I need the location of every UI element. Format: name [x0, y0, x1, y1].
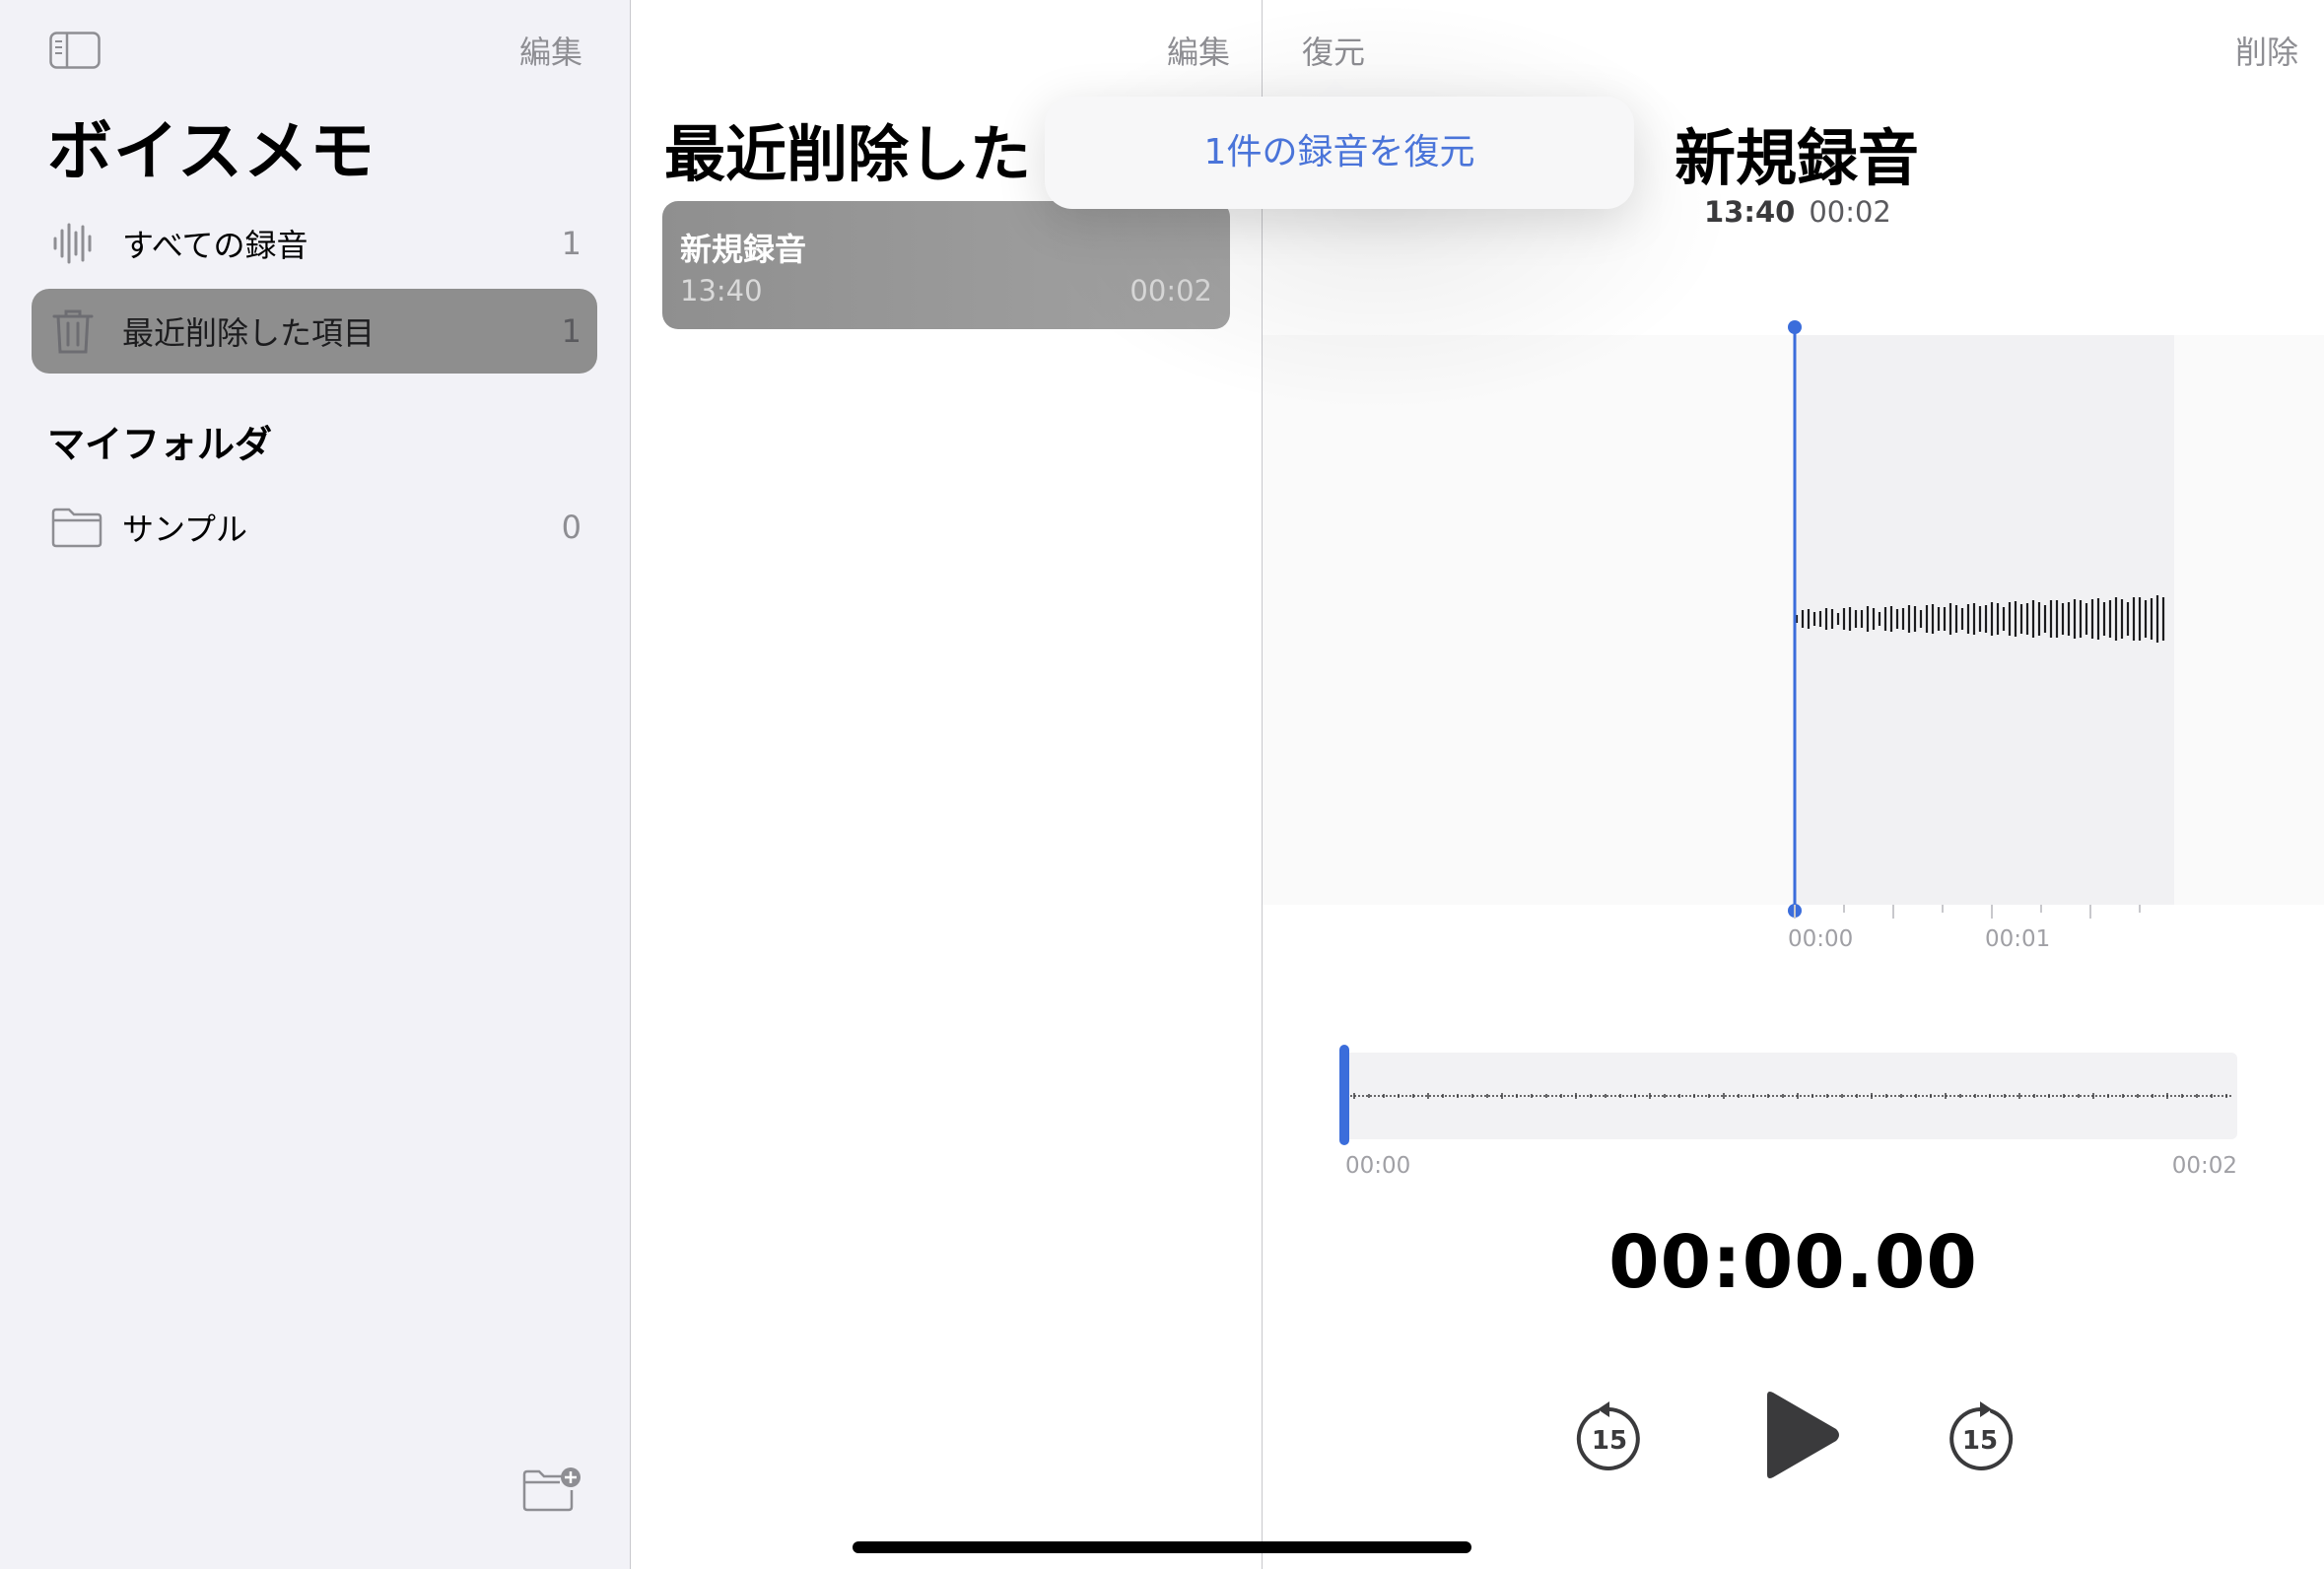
new-folder-icon[interactable]: [522, 1467, 583, 1512]
skip-forward-15-button[interactable]: 15: [1943, 1401, 2017, 1480]
overview-scrubber[interactable]: [1344, 1053, 2237, 1139]
restore-popover: 1件の録音を復元: [1045, 97, 1634, 209]
list-title: 最近削除した: [664, 118, 1032, 190]
sidebar-item-count: 0: [561, 509, 581, 546]
recording-length: 00:02: [1809, 195, 1891, 229]
sidebar-item-count: 1: [561, 225, 581, 262]
restore-one-recording-option[interactable]: 1件の録音を復元: [1045, 97, 1634, 209]
play-button[interactable]: [1759, 1390, 1842, 1484]
trash-icon: [52, 309, 94, 354]
recording-date: 13:40: [680, 274, 763, 307]
waveform-icon: [53, 223, 92, 264]
recording-length: 00:02: [1129, 274, 1212, 307]
recording-title: 新規録音: [1675, 122, 1920, 194]
recording-list-item[interactable]: 新規録音 13:40 00:02: [662, 201, 1230, 329]
sidebar-item-label: サンプル: [122, 511, 248, 548]
recording-detail-panel: 復元 削除 新規録音 13:40 00:02 00:00 00:01 00:00 …: [1263, 0, 2324, 1569]
sidebar-item-recently-deleted[interactable]: 最近削除した項目 1: [32, 289, 597, 374]
scrubber-end-time: 00:02: [2171, 1153, 2237, 1179]
svg-text:15: 15: [1592, 1426, 1627, 1456]
folder-icon: [51, 508, 103, 548]
skip-back-15-button[interactable]: 15: [1572, 1401, 1647, 1480]
play-icon: [1767, 1392, 1839, 1478]
sidebar-item-count: 1: [561, 312, 581, 350]
recording-time: 13:40: [1704, 195, 1796, 229]
sidebar-edit-button[interactable]: 編集: [519, 28, 582, 73]
sidebar-folder-sample[interactable]: サンプル 0: [32, 485, 597, 570]
sidebar-item-label: すべての録音: [122, 227, 308, 264]
recordings-list-panel: 編集 最近削除した 新規録音 13:40 00:02: [631, 0, 1263, 1569]
svg-text:15: 15: [1962, 1426, 1998, 1456]
scrubber-handle[interactable]: [1339, 1045, 1349, 1145]
playback-clock: 00:00.00: [1608, 1220, 1978, 1305]
home-indicator[interactable]: [853, 1541, 1471, 1553]
overview-waveform: [1350, 1093, 2233, 1099]
recording-meta: 13:40 00:02: [1704, 195, 1891, 229]
sidebar-item-all-recordings[interactable]: すべての録音 1: [32, 201, 597, 286]
ruler-label-1: 00:01: [1985, 926, 2051, 952]
recording-title: 新規録音: [680, 231, 807, 268]
list-edit-button[interactable]: 編集: [1167, 28, 1230, 73]
delete-button[interactable]: 削除: [2235, 28, 2298, 73]
skip-back-icon: 15: [1576, 1401, 1640, 1470]
sidebar: 編集 ボイスメモ すべての録音 1 最近削除した項目 1 マイフォルダ サンプル…: [0, 0, 631, 1569]
skip-forward-icon: 15: [1949, 1401, 2014, 1470]
waveform-display: [1788, 320, 2165, 919]
my-folders-heading: マイフォルダ: [47, 423, 273, 466]
app-title: ボイスメモ: [47, 113, 376, 189]
ruler-label-0: 00:00: [1788, 926, 1854, 952]
sidebar-item-label: 最近削除した項目: [122, 314, 376, 352]
popover-arrow: [1316, 79, 1355, 99]
scrubber-start-time: 00:00: [1345, 1153, 1411, 1179]
sidebar-toggle-icon[interactable]: [49, 32, 101, 69]
restore-button[interactable]: 復元: [1302, 28, 1365, 73]
playhead-top-dot: [1788, 320, 1802, 334]
